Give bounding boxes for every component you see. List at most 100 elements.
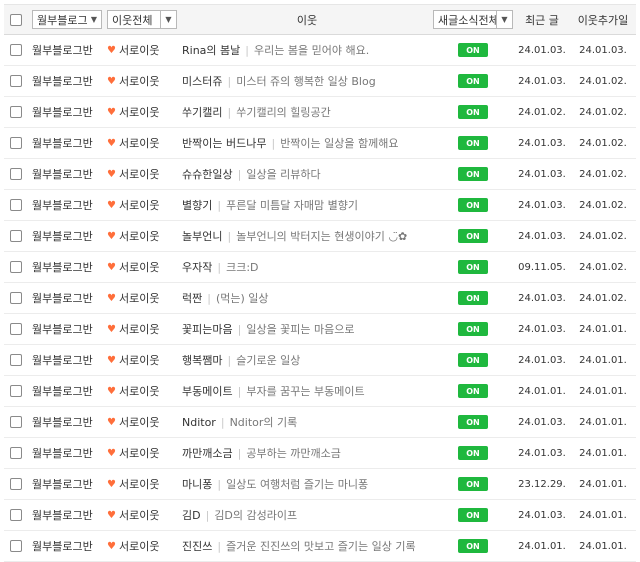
row-checkbox[interactable] bbox=[10, 385, 22, 397]
row-checkbox[interactable] bbox=[10, 106, 22, 118]
row-checkbox[interactable] bbox=[10, 540, 22, 552]
row-added-date: 24.01.01. bbox=[579, 385, 627, 397]
row-recent-post-date: 24.01.03. bbox=[518, 447, 566, 459]
row-neighbor-name[interactable]: Rina의 봄날 bbox=[182, 42, 240, 58]
row-separator: | bbox=[207, 291, 211, 305]
row-neighbor-name[interactable]: 미스터쥬 bbox=[182, 73, 222, 89]
row-checkbox[interactable] bbox=[10, 168, 22, 180]
row-alarm-toggle[interactable]: ON bbox=[458, 477, 488, 491]
row-checkbox[interactable] bbox=[10, 416, 22, 428]
row-alarm-toggle[interactable]: ON bbox=[458, 229, 488, 243]
row-checkbox[interactable] bbox=[10, 261, 22, 273]
row-neighbor-name[interactable]: 우자작 bbox=[182, 259, 212, 275]
row-neighbor-name[interactable]: 마니퐁 bbox=[182, 476, 212, 492]
row-checkbox[interactable] bbox=[10, 354, 22, 366]
table-row: 월부블로그반 ♥ 서로이웃 꽃피는마음 | 일상을 꽃피는 마음으로 ON 24… bbox=[4, 314, 636, 345]
table-row: 월부블로그반 ♥ 서로이웃 미스터쥬 | 미스터 쥬의 행복한 일상 Blog … bbox=[4, 66, 636, 97]
row-checkbox[interactable] bbox=[10, 199, 22, 211]
row-checkbox[interactable] bbox=[10, 292, 22, 304]
neighbor-type-select[interactable]: 이웃전체 ▼ bbox=[107, 10, 177, 29]
row-alarm-toggle[interactable]: ON bbox=[458, 198, 488, 212]
heart-icon: ♥ bbox=[107, 106, 116, 118]
row-alarm-toggle[interactable]: ON bbox=[458, 260, 488, 274]
row-neighbor-description: 일상을 꽃피는 마음으로 bbox=[246, 323, 355, 336]
row-recent-post-date: 24.01.03. bbox=[518, 292, 566, 304]
table-row: 월부블로그반 ♥ 서로이웃 김D | 김D의 감성라이프 ON 24.01.03… bbox=[4, 500, 636, 531]
row-neighbor-description: 푸른달 미틈달 자매맘 별향기 bbox=[226, 199, 359, 212]
row-added-date: 24.01.01. bbox=[579, 478, 627, 490]
row-added-date: 24.01.01. bbox=[579, 540, 627, 552]
row-neighbor-name[interactable]: 반짝이는 버드나무 bbox=[182, 135, 266, 151]
row-alarm-toggle[interactable]: ON bbox=[458, 322, 488, 336]
row-neighbor-description: 미스터 쥬의 행복한 일상 Blog bbox=[236, 75, 376, 88]
row-recent-post-date: 24.01.03. bbox=[518, 509, 566, 521]
select-all-checkbox[interactable] bbox=[10, 13, 22, 26]
row-group: 월부블로그반 bbox=[32, 478, 93, 491]
row-checkbox[interactable] bbox=[10, 44, 22, 56]
heart-icon: ♥ bbox=[107, 478, 116, 490]
row-alarm-toggle[interactable]: ON bbox=[458, 74, 488, 88]
row-alarm-toggle[interactable]: ON bbox=[458, 43, 488, 57]
row-separator: | bbox=[237, 384, 242, 398]
row-neighbor-description: 쑤기캘리의 힐링공간 bbox=[236, 106, 331, 119]
alarm-filter-select[interactable]: 새글소식전체 ▼ bbox=[433, 10, 513, 29]
row-group: 월부블로그반 bbox=[32, 292, 93, 305]
row-alarm-toggle[interactable]: ON bbox=[458, 167, 488, 181]
row-recent-post-date: 24.01.03. bbox=[518, 168, 566, 180]
row-alarm-toggle[interactable]: ON bbox=[458, 415, 488, 429]
row-added-date: 24.01.02. bbox=[579, 168, 627, 180]
row-neighbor-name[interactable]: 꽃피는마음 bbox=[182, 321, 233, 337]
table-row: 월부블로그반 ♥ 서로이웃 Nditor | Nditor의 기록 ON 24.… bbox=[4, 407, 636, 438]
row-checkbox[interactable] bbox=[10, 137, 22, 149]
chevron-down-icon: ▼ bbox=[160, 11, 176, 28]
row-added-date: 24.01.02. bbox=[579, 292, 627, 304]
row-recent-post-date: 09.11.05. bbox=[518, 261, 566, 273]
row-checkbox[interactable] bbox=[10, 75, 22, 87]
row-alarm-toggle[interactable]: ON bbox=[458, 291, 488, 305]
table-row: 월부블로그반 ♥ 서로이웃 부동메이트 | 부자를 꿈꾸는 부동메이트 ON 2… bbox=[4, 376, 636, 407]
row-group: 월부블로그반 bbox=[32, 540, 93, 553]
row-neighbor-name[interactable]: Nditor bbox=[182, 416, 216, 429]
row-added-date: 24.01.01. bbox=[579, 354, 627, 366]
row-neighbor-name[interactable]: 김D bbox=[182, 507, 201, 523]
row-separator: | bbox=[217, 260, 222, 274]
row-neighbor-name[interactable]: 행복쨈마 bbox=[182, 352, 222, 368]
row-alarm-toggle[interactable]: ON bbox=[458, 446, 488, 460]
chevron-down-icon: ▼ bbox=[90, 15, 98, 24]
row-alarm-toggle[interactable]: ON bbox=[458, 384, 488, 398]
group-filter-select[interactable]: 월부블로그... ▼ bbox=[32, 10, 102, 29]
row-alarm-toggle[interactable]: ON bbox=[458, 105, 488, 119]
table-row: 월부블로그반 ♥ 서로이웃 쑤기캘리 | 쑤기캘리의 힐링공간 ON 24.01… bbox=[4, 97, 636, 128]
row-neighbor-name[interactable]: 진진쓰 bbox=[182, 538, 212, 554]
row-neighbor-name[interactable]: 까만깨소금 bbox=[182, 445, 233, 461]
row-separator: | bbox=[217, 477, 222, 491]
row-neighbor-name[interactable]: 쑤기캘리 bbox=[182, 104, 222, 120]
row-neighbor-name[interactable]: 럭짠 bbox=[182, 290, 202, 306]
row-checkbox[interactable] bbox=[10, 230, 22, 242]
row-checkbox[interactable] bbox=[10, 478, 22, 490]
row-alarm-toggle[interactable]: ON bbox=[458, 353, 488, 367]
row-group: 월부블로그반 bbox=[32, 509, 93, 522]
neighbor-table: 월부블로그... ▼ 이웃전체 ▼ 이웃 새글소식전체 ▼ 최근 글 이웃추가일 bbox=[4, 4, 636, 562]
row-alarm-toggle[interactable]: ON bbox=[458, 539, 488, 553]
row-checkbox[interactable] bbox=[10, 509, 22, 521]
row-neighbor-name[interactable]: 부동메이트 bbox=[182, 383, 233, 399]
row-checkbox[interactable] bbox=[10, 323, 22, 335]
row-neighbor-name[interactable]: 별향기 bbox=[182, 197, 212, 213]
row-alarm-toggle[interactable]: ON bbox=[458, 508, 488, 522]
row-recent-post-date: 24.01.01. bbox=[518, 540, 566, 552]
row-alarm-toggle[interactable]: ON bbox=[458, 136, 488, 150]
row-checkbox[interactable] bbox=[10, 447, 22, 459]
row-separator: | bbox=[245, 43, 249, 57]
row-neighbor-name[interactable]: 놀부언니 bbox=[182, 228, 222, 244]
row-group: 월부블로그반 bbox=[32, 385, 93, 398]
table-row: 월부블로그반 ♥ 서로이웃 반짝이는 버드나무 | 반짝이는 일상을 함께해요 … bbox=[4, 128, 636, 159]
row-separator: | bbox=[220, 415, 225, 429]
row-neighbor-name[interactable]: 슈슈한일상 bbox=[182, 166, 233, 182]
row-neighbor-description: 부자를 꿈꾸는 부동메이트 bbox=[246, 385, 365, 398]
heart-icon: ♥ bbox=[107, 44, 116, 56]
row-neighbor-type: 서로이웃 bbox=[118, 230, 160, 243]
heart-icon: ♥ bbox=[107, 168, 116, 180]
row-neighbor-description: 즐거운 진진쓰의 맛보고 즐기는 일상 기록 bbox=[226, 540, 416, 553]
added-date-column-header: 이웃추가일 bbox=[577, 13, 629, 27]
